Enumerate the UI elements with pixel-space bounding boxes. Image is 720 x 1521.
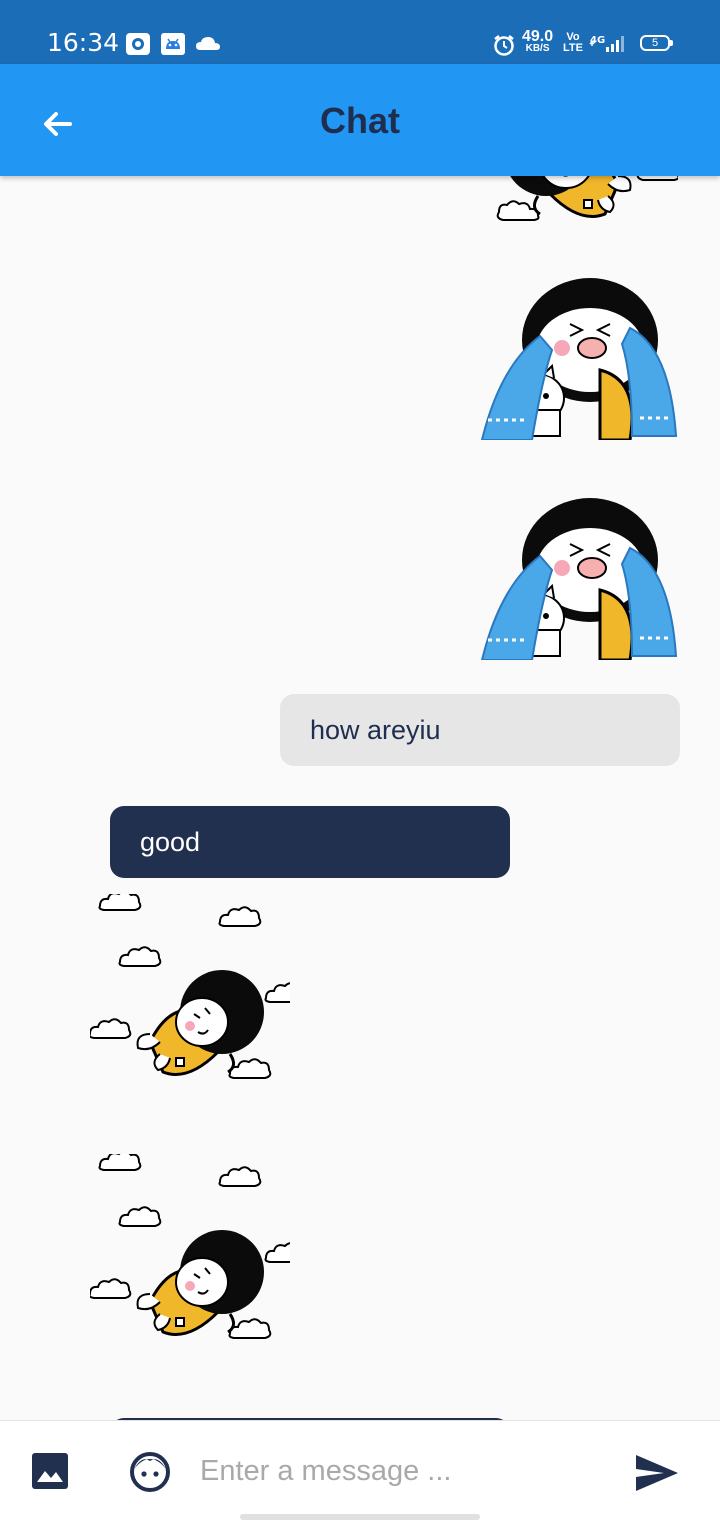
emoji-face-icon <box>130 1452 170 1492</box>
status-time: 16:34 <box>47 28 120 57</box>
android-icon <box>160 32 186 61</box>
emoji-button[interactable] <box>129 1451 171 1493</box>
received-message-bubble[interactable]: good <box>110 806 510 878</box>
volte-indicator: Vo LTE <box>563 31 583 54</box>
flying-girl-clouds-sticker[interactable] <box>90 894 290 1084</box>
message-input[interactable] <box>200 1447 600 1495</box>
send-button[interactable] <box>634 1453 680 1493</box>
flying-girl-clouds-sticker[interactable] <box>90 1154 290 1344</box>
alarm-icon <box>492 33 516 62</box>
message-list[interactable]: how areyiu good <box>0 176 720 1420</box>
status-bar: 16:34 49.0 KB/S Vo LTE 4G 5 <box>0 0 720 64</box>
cloud-icon <box>195 32 221 61</box>
record-app-icon <box>125 32 151 61</box>
signal-4g-icon: 4G <box>588 32 628 61</box>
battery-indicator: 5 <box>640 35 673 51</box>
message-text: good <box>140 827 201 857</box>
home-indicator[interactable] <box>240 1514 480 1520</box>
attach-image-button[interactable] <box>32 1453 68 1489</box>
network-speed: 49.0 KB/S <box>522 28 554 54</box>
crying-girl-with-cat-sticker[interactable] <box>480 270 680 440</box>
crying-girl-with-cat-sticker[interactable] <box>480 490 680 660</box>
message-composer <box>0 1420 720 1521</box>
message-text: how areyiu <box>310 715 441 745</box>
image-icon <box>32 1453 68 1489</box>
page-title: Chat <box>320 100 400 141</box>
app-bar: Chat <box>0 64 720 176</box>
sent-message-bubble[interactable]: how areyiu <box>280 694 680 766</box>
send-icon <box>636 1455 678 1491</box>
flying-girl-clouds-sticker[interactable] <box>478 176 678 226</box>
